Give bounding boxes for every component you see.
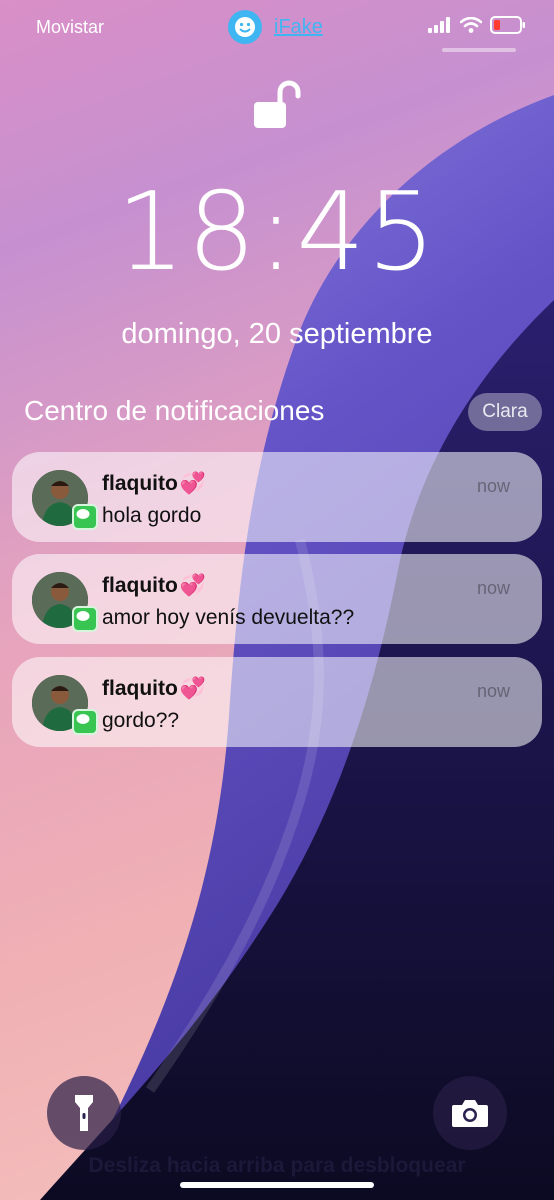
notification-center-title: Centro de notificaciones [24, 395, 325, 426]
heart-emoji: 💞 [179, 677, 206, 700]
messages-app-icon [72, 709, 98, 735]
notification-sender: flaquito💞 [102, 472, 206, 495]
notification-card[interactable]: flaquito💞 now amor hoy venís devuelta?? [12, 554, 542, 644]
notification-body: gordo?? [102, 709, 180, 732]
clear-notifications-button[interactable]: Clara [468, 393, 542, 431]
notification-time: now [476, 578, 510, 598]
notification-body: amor hoy venís devuelta?? [102, 606, 355, 629]
messages-app-icon [72, 504, 98, 530]
home-indicator[interactable] [180, 1182, 374, 1188]
notification-sender: flaquito💞 [102, 677, 206, 700]
status-icons [428, 16, 526, 34]
notification-sender: flaquito💞 [102, 574, 206, 597]
signal-icon [428, 17, 450, 33]
control-center-indicator[interactable] [442, 48, 516, 52]
notification-card[interactable]: flaquito💞 now hola gordo [12, 452, 542, 542]
notification-body: hola gordo [102, 504, 202, 527]
messages-app-icon [72, 606, 98, 632]
ifake-logo-icon [228, 10, 262, 44]
camera-button[interactable] [433, 1076, 507, 1150]
notification-time: now [476, 681, 510, 701]
lock-screen-time: 18:45 [116, 170, 438, 295]
ifake-badge[interactable]: iFake [228, 10, 323, 44]
camera-icon [452, 1100, 488, 1127]
unlocked-padlock-icon [254, 80, 301, 128]
heart-emoji: 💞 [179, 574, 206, 597]
carrier-name: Movistar [36, 17, 105, 37]
wifi-icon [460, 17, 482, 33]
app-label[interactable]: iFake [274, 16, 323, 39]
lock-screen-date: domingo, 20 septiembre [121, 318, 433, 350]
notification-time: now [476, 476, 510, 496]
battery-icon [490, 16, 525, 34]
swipe-to-unlock-hint: Desliza hacia arriba para desbloquear [88, 1154, 466, 1177]
heart-emoji: 💞 [179, 472, 206, 495]
status-bar: Movistar iFake [0, 0, 554, 56]
flashlight-button[interactable] [47, 1076, 121, 1150]
flashlight-icon [75, 1095, 93, 1131]
notification-card[interactable]: flaquito💞 now gordo?? [12, 657, 542, 747]
